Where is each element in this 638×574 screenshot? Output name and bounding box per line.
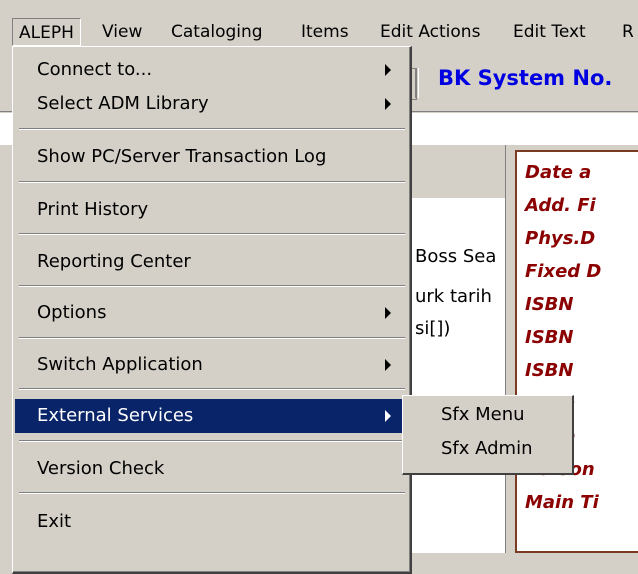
aleph-dropdown-menu: Connect to... Select ADM Library Show PC… bbox=[12, 46, 412, 574]
menu-item-label: Print History bbox=[37, 199, 149, 220]
menu-item-reporting-center[interactable]: Reporting Center bbox=[15, 245, 409, 279]
field-label: ISBN bbox=[525, 360, 574, 381]
field-label: Date a bbox=[525, 162, 592, 183]
panel-text: si[]) bbox=[415, 318, 451, 339]
menu-item-switch-application[interactable]: Switch Application bbox=[15, 348, 409, 382]
menu-item-label: Reporting Center bbox=[37, 251, 191, 272]
field-label: Phys.D bbox=[525, 228, 596, 249]
menu-item-label: External Services bbox=[37, 405, 194, 426]
submenu-arrow-icon bbox=[385, 98, 391, 110]
submenu-arrow-icon bbox=[385, 64, 391, 76]
menu-items[interactable]: Items bbox=[295, 0, 355, 46]
menu-item-label: Version Check bbox=[37, 458, 165, 479]
menu-item-label: Exit bbox=[37, 511, 72, 532]
menu-aleph[interactable]: ALEPH bbox=[12, 18, 81, 46]
menu-edit-actions[interactable]: Edit Actions bbox=[374, 0, 486, 46]
field-label: Add. Fi bbox=[525, 195, 596, 216]
menu-item-print-history[interactable]: Print History bbox=[15, 193, 409, 227]
menu-item-external-services[interactable]: External Services bbox=[15, 399, 409, 433]
panel-text: Boss Sea bbox=[415, 246, 497, 267]
menu-cataloging[interactable]: Cataloging bbox=[165, 0, 269, 46]
field-label: Main Ti bbox=[525, 492, 599, 513]
record-fields-panel: Date a Add. Fi Phys.D Fixed D ISBN ISBN … bbox=[515, 150, 638, 553]
submenu-arrow-icon bbox=[385, 410, 391, 422]
menu-item-label: Select ADM Library bbox=[37, 93, 209, 114]
menu-item-label: Connect to... bbox=[37, 59, 153, 80]
search-panel: Boss Sea urk tarih si[]) bbox=[410, 198, 506, 553]
menu-item-version-check[interactable]: Version Check bbox=[15, 452, 409, 486]
menu-bar: ALEPH View Cataloging Items Edit Actions… bbox=[0, 0, 638, 46]
panel-text: urk tarih bbox=[415, 286, 492, 307]
bk-system-no-label: BK System No. bbox=[438, 66, 613, 90]
submenu-arrow-icon bbox=[385, 359, 391, 371]
menu-item-connect-to[interactable]: Connect to... bbox=[15, 53, 409, 87]
menu-item-select-adm-library[interactable]: Select ADM Library bbox=[15, 87, 409, 121]
submenu-item-label: Sfx Menu bbox=[441, 404, 525, 425]
menu-item-label: Options bbox=[37, 302, 107, 323]
menu-item-label: Show PC/Server Transaction Log bbox=[37, 146, 327, 167]
menu-separator bbox=[19, 128, 405, 130]
field-label: ISBN bbox=[525, 327, 574, 348]
field-label: ISBN bbox=[525, 294, 574, 315]
menu-separator bbox=[19, 181, 405, 183]
menu-item-show-transaction-log[interactable]: Show PC/Server Transaction Log bbox=[15, 140, 409, 174]
menu-view[interactable]: View bbox=[96, 0, 148, 46]
menu-separator bbox=[19, 285, 405, 287]
submenu-arrow-icon bbox=[385, 307, 391, 319]
menu-separator bbox=[19, 440, 405, 442]
submenu-item-sfx-admin[interactable]: Sfx Admin bbox=[403, 434, 571, 464]
submenu-item-label: Sfx Admin bbox=[441, 438, 533, 459]
field-label: Fixed D bbox=[525, 261, 602, 282]
submenu-item-sfx-menu[interactable]: Sfx Menu bbox=[403, 400, 571, 430]
menu-item-label: Switch Application bbox=[37, 354, 203, 375]
toolbar-separator bbox=[415, 68, 419, 98]
menu-edit-text[interactable]: Edit Text bbox=[507, 0, 592, 46]
menu-item-options[interactable]: Options bbox=[15, 296, 409, 330]
menu-separator bbox=[19, 492, 405, 494]
menu-separator bbox=[19, 337, 405, 339]
menu-separator bbox=[19, 388, 405, 390]
menu-item-exit[interactable]: Exit bbox=[15, 505, 409, 539]
menu-separator bbox=[19, 233, 405, 235]
external-services-submenu: Sfx Menu Sfx Admin bbox=[402, 395, 574, 475]
menu-r-truncated[interactable]: R bbox=[616, 0, 638, 46]
